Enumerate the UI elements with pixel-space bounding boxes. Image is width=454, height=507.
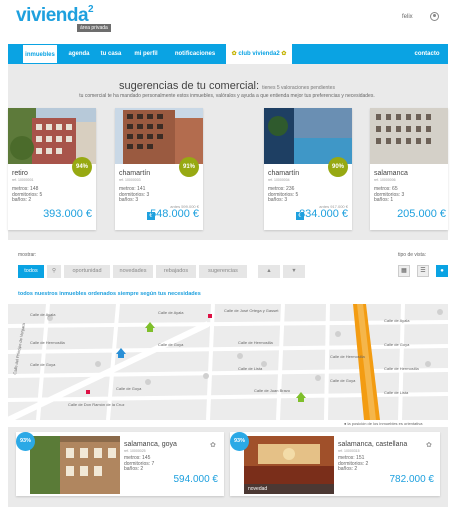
property-photo [264,108,352,164]
nav-notificaciones[interactable]: notificaciones [169,44,221,64]
match-badge: 94% [72,157,92,177]
star-icon: ✿ [231,51,237,57]
thumbs-up-icon[interactable]: ▲ [258,265,280,278]
match-badge: 93% [16,432,35,451]
filter-rebajados[interactable]: rebajados [156,265,196,278]
card-location: chamartín [119,170,151,177]
card-location: salamanca, castellana [338,441,408,448]
favorite-icon[interactable]: ✿ [426,441,434,449]
street-label: Calle de Ayala [384,318,410,323]
card-ref: ref. 10000001 [12,178,34,182]
street-label: Calle de Lista [384,390,409,395]
nav-inmuebles[interactable]: inmuebles [22,44,58,64]
card-price: 205.000 € [397,208,446,220]
suggestions-subtitle: tu comercial te ha mandado personalmente… [79,93,375,99]
property-photo [115,108,203,164]
card-ref: ref. 10000315 [338,449,360,453]
street-label: Calle de Hermosilla [30,340,65,345]
list-view-icon[interactable]: ☰ [417,265,429,277]
card-price: 393.000 € [43,208,92,220]
street-label: Calle de Don Ramón de la Cruz [68,402,125,407]
card-price: 548.000 € [150,208,199,220]
nav-club-vivienda2[interactable]: ✿ club vivienda2 ✿ [226,44,292,64]
street-label: Calle de Ayala [158,310,184,315]
card-specs: metros: 148 dormitorios: 5 baños: 2 [12,186,43,203]
listing-card[interactable]: 93% salamanca, goya ref. 10000025 metros… [16,432,224,496]
card-specs: metros: 141 dormitorios: 3 baños: 3 [119,186,150,203]
card-location: salamanca [374,170,408,177]
grid-view-icon[interactable]: ▦ [398,265,410,277]
card-ref: ref. 10000006 [374,178,396,182]
thumbs-down-icon[interactable]: ▼ [283,265,305,278]
street-label: Calle de Goya [158,342,184,347]
favorite-icon[interactable]: ✿ [210,441,218,449]
suggestion-card[interactable]: salamanca ref. 10000006 metros: 65 dormit… [370,108,448,230]
card-ref: ref. 10000003 [119,178,141,182]
match-badge: 90% [328,157,348,177]
card-price: 782.000 € [389,474,435,485]
nav-agenda[interactable]: agenda [66,44,92,64]
filter-novedades[interactable]: novedades [113,265,153,278]
match-badge: 93% [230,432,249,451]
card-ref: ref. 10000004 [268,178,290,182]
filter-label: mostrar: [18,252,37,258]
street-label: Calle de Goya [330,378,356,383]
card-specs: metros: 65 dormitorios: 3 baños: 1 [374,186,405,203]
card-specs: metros: 236 dormitorios: 5 baños: 3 [268,186,299,203]
street-label: Calle de Lista [238,366,263,371]
main-nav: inmuebles agenda tu casa mi perfil notif… [8,44,448,64]
suggestions-title: sugerencias de tu comercial: tienes 5 va… [119,80,335,92]
filter-todos[interactable]: todos [18,265,44,278]
suggestion-card[interactable]: 91% chamartín ref. 10000003 metros: 141 d… [115,108,203,230]
card-price: 594.000 € [173,474,219,485]
map[interactable]: Calle de Ayala Calle de Ayala Calle de H… [8,304,448,420]
user-icon[interactable] [430,12,439,21]
logo-subtitle: área privada [77,24,111,32]
card-specs: metros: 145 dormitorios: 7 baños: 2 [124,455,155,472]
street-label: Calle de Goya [30,362,56,367]
map-note: ● la posición de los inmuebles es orient… [344,421,423,426]
listing-card[interactable]: novedad 93% salamanca, castellana ref. 1… [230,432,440,496]
property-photo [30,436,120,494]
property-photo [8,108,96,164]
search-icon[interactable]: ⚲ [47,265,61,278]
suggestion-card[interactable]: 90% chamartín ref. 10000004 metros: 236 d… [264,108,352,230]
street-label: Calle de Goya [116,386,142,391]
nav-mi-perfil[interactable]: mi perfil [131,44,161,64]
street-label: Calle de Goya [384,342,410,347]
view-label: tipo de vista: [398,252,427,258]
card-price: 834.000 € [299,208,348,220]
street-label: Calle de Juan Bravo [254,388,291,393]
filter-sugerencias[interactable]: sugerencias [199,265,247,278]
star-icon: ✿ [281,51,287,57]
novedad-badge: novedad [244,484,334,494]
header: vivienda2 área privada felix [0,0,454,44]
street-label: Calle de Ayala [30,312,56,317]
filter-oportunidad[interactable]: oportunidad [64,265,110,278]
map-view-icon[interactable]: ● [436,265,448,277]
nav-contacto[interactable]: contacto [410,44,444,64]
card-specs: metros: 151 dormitorios: 2 baños: 2 [338,455,369,472]
nav-tu-casa[interactable]: tu casa [98,44,124,64]
card-location: retiro [12,170,28,177]
property-photo [370,108,448,164]
street-label: Calle de Hermosilla [384,366,419,371]
suggestion-card[interactable]: 94% retiro ref. 10000001 metros: 148 dorm… [8,108,96,230]
all-properties-text: todos nuestros inmuebles ordenados siemp… [18,291,201,297]
street-label: Calle de José Ortega y Gasset [224,308,279,313]
user-name[interactable]: felix [402,14,413,20]
street-label: Calle de Hermosilla [238,340,273,345]
card-ref: ref. 10000025 [124,449,146,453]
street-label: Calle de Hermosilla [330,354,365,359]
card-location: chamartín [268,170,300,177]
match-badge: 91% [179,157,199,177]
card-location: salamanca, goya [124,441,177,448]
